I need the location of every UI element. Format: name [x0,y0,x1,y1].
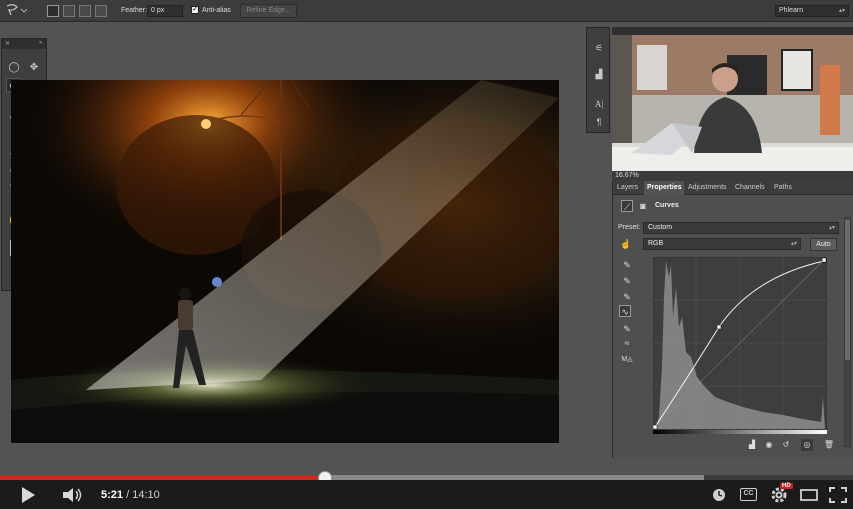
auto-button[interactable]: Auto [810,238,837,251]
curves-graph[interactable] [653,257,827,435]
chevron-updown-icon: ▴▾ [828,225,835,231]
watch-later-clock-icon[interactable] [712,488,726,502]
white-point-eyedropper-icon[interactable]: ✎ [621,291,633,303]
reset-icon[interactable]: ↺ [780,439,792,451]
chevron-updown-icon: ▴▾ [790,241,797,247]
zoom-level[interactable]: 16.67% [615,172,639,179]
theater-mode-icon[interactable] [800,489,818,501]
marquee-tool-icon[interactable]: ◯ [6,61,22,75]
navigator-panel: 16.67% [612,27,853,181]
antialias-checkbox[interactable]: ✓ [191,6,199,14]
collapse-icon[interactable]: » [39,40,42,46]
feather-label: Feather: [121,7,148,14]
time-display: 5:21 / 14:10 [101,489,160,501]
view-previous-state-icon[interactable]: ◉ [763,439,775,451]
tab-channels[interactable]: Channels [735,184,765,191]
workspace-value: Phlearn [779,7,804,14]
edit-points-curve-icon[interactable]: ∿ [619,305,631,317]
antialias-label: Anti-alias [202,7,231,14]
smooth-curve-icon[interactable]: ≈ [621,337,633,349]
feather-input[interactable]: 0 px [147,5,183,17]
black-point-eyedropper-icon[interactable]: ✎ [621,259,633,271]
tab-layers[interactable]: Layers [617,184,638,191]
gray-point-eyedropper-icon[interactable]: ✎ [621,275,633,287]
time-separator: / [123,489,133,501]
pencil-draw-curve-icon[interactable]: ✎ [621,323,633,335]
volume-icon[interactable] [62,487,84,503]
player-controls: 5:21 / 14:10 CC HD [0,480,853,509]
current-time: 5:21 [101,489,124,501]
tab-paths[interactable]: Paths [774,184,792,191]
intersect-selection-button[interactable] [95,5,107,17]
tab-properties[interactable]: Properties [647,184,682,191]
navigator-header[interactable] [612,27,853,35]
captions-cc-icon[interactable]: CC [740,488,757,501]
add-to-selection-button[interactable] [63,5,75,17]
canvas-document[interactable] [11,80,559,443]
refine-edge-button[interactable]: Refine Edge... [240,4,297,18]
clip-to-layer-icon[interactable]: ▟ [746,439,758,451]
properties-footer: ▟ ◉ ↺ ◎ 🗑 [613,438,853,452]
brush-presets-icon[interactable]: ⚟ [592,42,606,54]
options-bar: Feather: 0 px ✓ Anti-alias Refine Edge..… [0,0,853,22]
paragraph-panel-icon[interactable]: ¶ [592,116,606,128]
close-icon[interactable]: ✕ [5,40,10,47]
channel-dropdown[interactable]: RGB ▴▾ [643,238,801,250]
subtract-from-selection-button[interactable] [79,5,91,17]
lasso-tool-preset-icon[interactable] [4,3,28,19]
tool-presets-icon[interactable]: ▟ [592,68,606,80]
chevron-updown-icon: ▴▾ [838,8,845,14]
delete-trash-icon[interactable]: 🗑 [823,439,835,451]
panel-tabs: Layers Properties Adjustments Channels P… [613,181,853,195]
visibility-eye-icon[interactable]: ◎ [801,439,813,451]
tab-adjustments[interactable]: Adjustments [688,184,727,191]
layer-mask-icon[interactable]: ◙ [637,200,649,212]
scrollbar-thumb[interactable] [845,220,850,360]
preset-value: Custom [648,224,673,231]
preset-label: Preset: [618,224,641,231]
panel-icon-strip: ⚟ ▟ A| ¶ [586,27,610,133]
move-tool-icon[interactable]: ✥ [26,61,42,75]
adjustment-title: Curves [655,202,679,209]
play-icon[interactable] [20,486,36,504]
channel-value: RGB [648,240,664,247]
hd-badge: HD [780,483,793,489]
properties-panel: Layers Properties Adjustments Channels P… [612,181,853,458]
photoshop-tutorial-video: Feather: 0 px ✓ Anti-alias Refine Edge..… [0,0,853,509]
total-time: 14:10 [132,489,160,501]
preset-dropdown[interactable]: Custom ▴▾ [643,222,839,234]
workspace-select[interactable]: Phlearn ▴▾ [775,5,849,17]
clipping-warning-icon[interactable]: M◬ [619,354,635,366]
presenter-webcam-view [612,35,853,171]
properties-scrollbar[interactable] [844,217,851,447]
night-photo [11,80,559,443]
targeted-adjustment-hand-icon[interactable]: ☝ [620,238,632,250]
new-selection-button[interactable] [47,5,59,17]
character-panel-icon[interactable]: A| [592,98,606,110]
fullscreen-icon[interactable] [829,487,847,503]
tools-panel-header[interactable]: ✕ » [2,39,46,49]
curves-adjustment-icon: ⟋ [621,200,633,212]
